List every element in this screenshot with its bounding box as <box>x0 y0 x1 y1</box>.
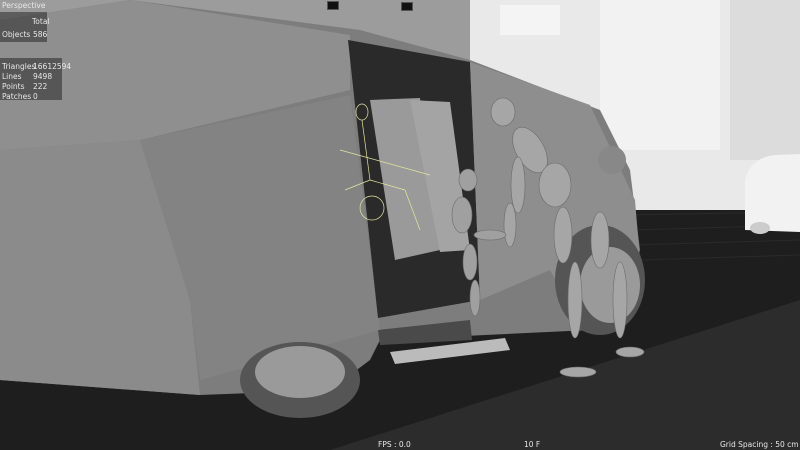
stat-patches-label: Patches <box>2 92 32 101</box>
stat-patches-value: 0 <box>33 92 38 101</box>
3d-viewport[interactable]: Perspective Total Objects 586 Triangles … <box>0 0 800 450</box>
grid-spacing-readout: Grid Spacing : 50 cm <box>720 440 799 449</box>
stat-objects-value: 586 <box>33 30 48 39</box>
stats-header: Total <box>32 17 50 26</box>
stat-triangles-value: 16612594 <box>33 62 72 71</box>
distant-car <box>745 154 800 234</box>
stat-lines-value: 9498 <box>33 72 53 81</box>
camera-icon[interactable] <box>327 1 339 10</box>
stat-points-value: 222 <box>33 82 48 91</box>
stat-objects-label: Objects <box>2 30 31 39</box>
stat-triangles-label: Triangles <box>2 62 36 71</box>
scene-render <box>0 0 800 450</box>
frame-readout: 10 F <box>524 440 541 449</box>
render-icon[interactable] <box>401 2 413 11</box>
stat-lines-label: Lines <box>2 72 22 81</box>
fps-readout: FPS : 0.0 <box>378 440 411 449</box>
stat-points-label: Points <box>2 82 25 91</box>
view-name[interactable]: Perspective <box>2 1 45 10</box>
